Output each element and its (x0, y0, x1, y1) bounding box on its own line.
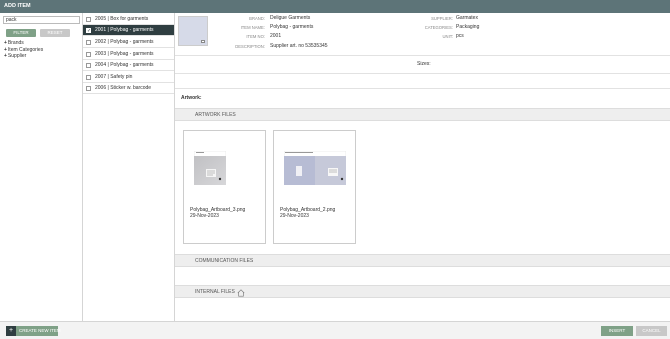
tree-item-label: Supplier (7, 53, 27, 59)
artwork-heading: Artwork: (181, 95, 202, 101)
brand-value: Deligue Garments (270, 15, 311, 21)
category-label: CATEGORIES: (424, 25, 453, 30)
item-checkbox[interactable] (86, 86, 91, 91)
tree-item-label: Brands (7, 40, 24, 46)
reset-button[interactable]: RESET (40, 29, 70, 37)
expand-icon[interactable]: + (4, 53, 7, 59)
filter-button[interactable]: FILTER (6, 29, 36, 37)
list-item[interactable]: 2007 | Safety pin (83, 72, 174, 83)
sizes-label: Sizes: (417, 61, 431, 67)
item-checkbox-checked[interactable]: ✓ (86, 28, 91, 34)
brand-label: BRAND: (249, 16, 265, 21)
create-new-item-label: CREATE NEW ITEM (19, 328, 61, 333)
item-checkbox[interactable] (86, 63, 91, 68)
file-date: 29-Nov-2023 (280, 213, 309, 219)
item-checkbox[interactable] (86, 74, 91, 80)
file-card[interactable]: Polybag_Artboard_3.png 29-Nov-2023 (183, 130, 266, 244)
item-no-value: 2001 (270, 33, 282, 39)
home-icon[interactable] (237, 289, 245, 297)
filter-tree: +Brands +Item Categories +Supplier (4, 40, 43, 60)
description-value: Supplier art. no 53535345 (270, 43, 328, 49)
description-label: DESCRIPTION: (235, 44, 265, 49)
list-item[interactable]: 2004 | Polybag - garments (83, 60, 174, 71)
item-checkbox[interactable] (86, 17, 91, 22)
item-label: 2007 | Safety pin (95, 73, 133, 80)
item-label: 2005 | Box for garments (95, 16, 149, 22)
item-name-label: ITEM NAME: (240, 25, 265, 30)
cancel-button[interactable]: CANCEL (636, 326, 667, 336)
mini-preview-icon (201, 40, 205, 43)
list-item[interactable]: 2006 | Sticker w. barcode (83, 83, 174, 94)
communication-files-section[interactable]: COMMUNICATION FILES (175, 254, 670, 267)
item-checkbox[interactable] (86, 51, 91, 57)
item-label: 2002 | Polybag - garments (95, 39, 154, 45)
item-details: BRAND: Deligue Garments ITEM NAME: Polyb… (175, 13, 670, 321)
artwork-preview-image (284, 151, 346, 185)
plus-icon: + (6, 326, 16, 336)
artwork-files-section[interactable]: ARTWORK FILES (175, 108, 670, 121)
supplier-label: SUPPLIER: (431, 16, 453, 21)
item-label: 2004 | Polybag - garments (95, 62, 154, 68)
expand-icon[interactable]: + (4, 40, 7, 46)
divider (175, 88, 670, 89)
item-name-value: Polybag - garments (270, 24, 314, 30)
file-date: 29-Nov-2023 (190, 213, 219, 219)
list-item[interactable]: 2003 | Polybag - garments (83, 49, 174, 60)
item-thumbnail[interactable] (178, 16, 208, 46)
filter-panel: FILTER RESET +Brands +Item Categories +S… (0, 13, 83, 321)
item-no-label: ITEM NO: (246, 34, 265, 39)
unit-label: UNIT: (442, 34, 453, 39)
search-input[interactable] (3, 16, 80, 24)
item-label: 2001 | Polybag - garments (95, 27, 154, 33)
item-checkbox[interactable] (86, 40, 91, 45)
internal-files-label: INTERNAL FILES (195, 289, 235, 295)
internal-files-section[interactable]: INTERNAL FILES (175, 285, 670, 298)
tree-item-supplier[interactable]: +Supplier (4, 53, 43, 60)
unit-value: pcs (456, 33, 464, 39)
divider (175, 55, 670, 56)
item-label: 2006 | Sticker w. barcode (95, 85, 152, 91)
list-item[interactable]: 2005 | Box for garments (83, 14, 174, 25)
tree-item-label: Item Categories (7, 46, 44, 53)
list-item[interactable]: 2002 | Polybag - garments (83, 37, 174, 48)
insert-button[interactable]: INSERT (601, 326, 633, 336)
artwork-preview-image (194, 151, 226, 185)
category-value: Packaging (456, 24, 480, 30)
window-title: ADD ITEM (0, 0, 670, 13)
file-card[interactable]: Polybag_Artboard_2.png 29-Nov-2023 (273, 130, 356, 244)
divider (175, 73, 670, 74)
footer-bar: + CREATE NEW ITEM INSERT CANCEL (0, 321, 670, 339)
item-list: 2005 | Box for garments ✓ 2001 | Polybag … (83, 13, 175, 321)
supplier-value: Garmatex (456, 15, 478, 21)
item-label: 2003 | Polybag - garments (95, 50, 154, 57)
list-item-selected[interactable]: ✓ 2001 | Polybag - garments (83, 25, 174, 36)
create-new-item-button[interactable]: + CREATE NEW ITEM (6, 326, 61, 336)
expand-icon[interactable]: + (4, 47, 7, 53)
